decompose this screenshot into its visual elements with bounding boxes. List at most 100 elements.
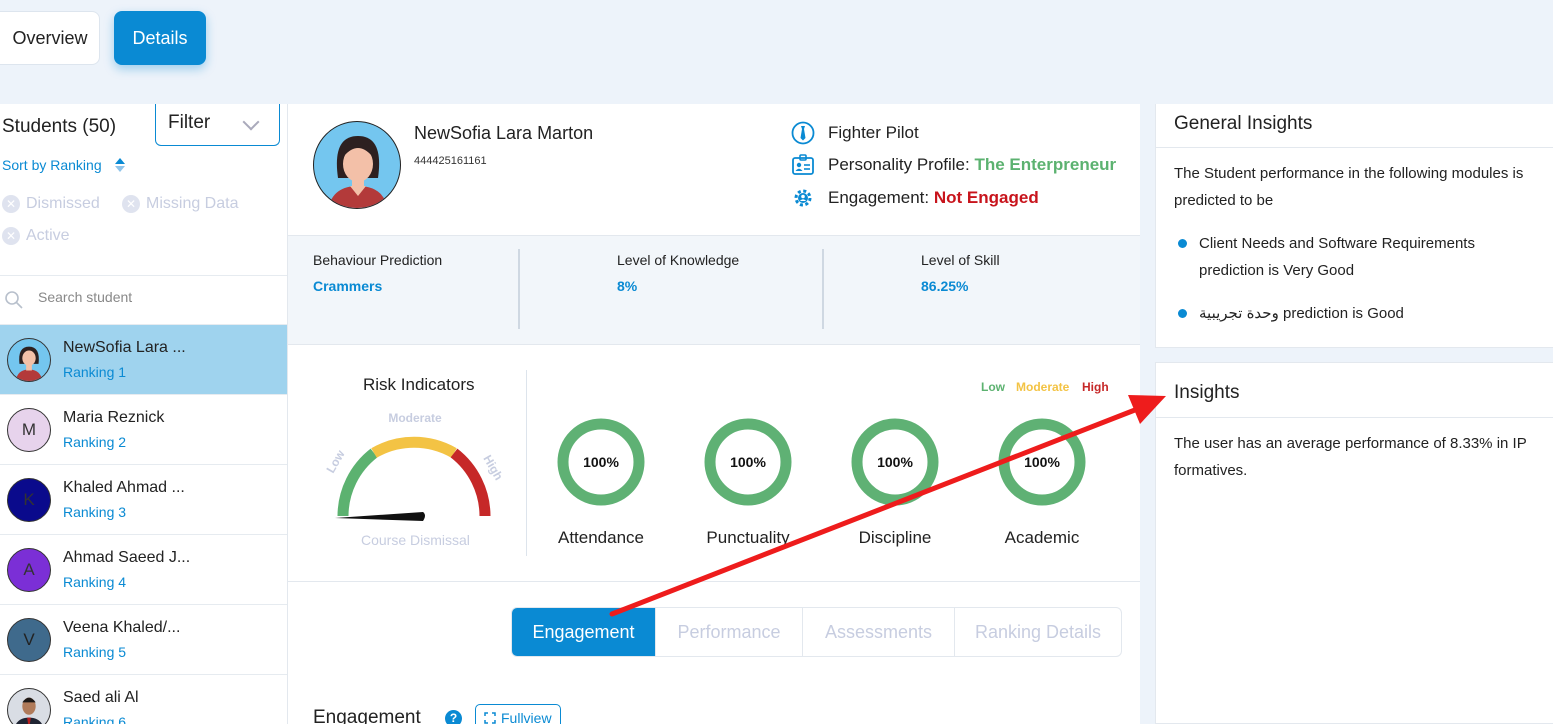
chevron-down-icon — [242, 113, 260, 131]
insights-text: The user has an average performance of 8… — [1174, 435, 1527, 479]
student-ranking: Ranking 1 — [63, 364, 127, 380]
personality-label: Personality Profile: — [828, 155, 970, 174]
tab-engagement[interactable]: Engagement — [512, 608, 656, 656]
sort-by-ranking[interactable]: Sort by Ranking — [2, 157, 126, 176]
insights-title: Insights — [1174, 382, 1240, 403]
student-list-item[interactable]: K Khaled Ahmad ... Ranking 3 — [0, 465, 287, 535]
gear-user-icon — [790, 185, 816, 211]
student-list-item[interactable]: V Veena Khaled/... Ranking 5 — [0, 605, 287, 675]
section-title: Engagement — [313, 707, 421, 724]
ring-label: Discipline — [858, 528, 932, 547]
avatar: V — [7, 618, 51, 662]
insights-card: Insights The user has an average perform… — [1155, 362, 1553, 724]
student-list-item[interactable]: M Maria Reznick Ranking 2 — [0, 395, 287, 465]
fullview-button[interactable]: Fullview — [475, 704, 561, 724]
ring-label: Academic — [1004, 528, 1080, 547]
tab-performance[interactable]: Performance — [656, 608, 803, 656]
metric-value: Crammers — [313, 278, 383, 294]
legend-low: Low — [981, 380, 1005, 394]
metric-skill: Level of Skill 86.25% — [921, 252, 1000, 294]
progress-ring: 100% — [704, 418, 792, 506]
student-ranking: Ranking 6 — [63, 714, 127, 724]
ring-discipline: 100% — [845, 418, 945, 523]
tab-overview[interactable]: Overview — [0, 11, 100, 65]
progress-ring: 100% — [998, 418, 1086, 506]
search-icon — [4, 290, 24, 315]
course-dismissal-gauge: Moderate Low High — [323, 411, 506, 521]
divider — [518, 249, 520, 329]
metric-behaviour: Behaviour Prediction Crammers — [313, 252, 442, 294]
gauge-low-label: Low — [323, 447, 347, 475]
close-icon[interactable]: ✕ — [122, 195, 140, 213]
id-card-icon — [790, 152, 816, 178]
student-name: Khaled Ahmad ... — [63, 479, 185, 496]
student-name: Ahmad Saeed J... — [63, 549, 191, 566]
metric-label: Level of Skill — [921, 252, 1000, 268]
avatar: A — [7, 548, 51, 592]
student-ranking: Ranking 2 — [63, 434, 127, 450]
gauge-moderate-label: Moderate — [388, 411, 442, 425]
bullet-dot — [1178, 309, 1187, 318]
insight-bullet: وحدة تجريبية prediction is Good — [1199, 305, 1404, 322]
tab-details[interactable]: Details — [114, 11, 206, 65]
career-icon — [790, 120, 816, 146]
profile-avatar — [313, 121, 401, 209]
profile-name: NewSofia Lara Marton — [414, 123, 594, 143]
general-insights-title: General Insights — [1174, 113, 1313, 134]
divider — [288, 581, 1140, 582]
student-ranking: Ranking 3 — [63, 504, 127, 520]
search-input[interactable] — [36, 288, 280, 306]
chip-dismissed[interactable]: ✕ Dismissed — [2, 195, 100, 213]
legend-moderate: Moderate — [1016, 380, 1070, 394]
ring-label: Punctuality — [706, 528, 790, 547]
close-icon[interactable]: ✕ — [2, 195, 20, 213]
tab-ranking-details[interactable]: Ranking Details — [955, 608, 1121, 656]
gauge-high-label: High — [480, 453, 505, 483]
ring-punctuality: 100% — [698, 418, 798, 523]
personality-value: The Enterpreneur — [974, 155, 1117, 174]
divider — [1156, 147, 1553, 148]
chip-active[interactable]: ✕ Active — [2, 227, 70, 245]
help-icon[interactable]: ? — [445, 710, 462, 724]
close-icon[interactable]: ✕ — [2, 227, 20, 245]
student-details-panel: NewSofia Lara Marton 444425161161 Fighte… — [288, 104, 1140, 724]
student-list-item[interactable]: Saed ali Al Ranking 6 — [0, 675, 287, 724]
engagement-label: Engagement: — [828, 188, 930, 207]
progress-ring: 100% — [851, 418, 939, 506]
ring-value: 100% — [730, 454, 766, 470]
students-sidebar: Students (50) Filter Sort by Ranking ✕ D… — [0, 104, 288, 724]
avatar — [7, 338, 51, 382]
metric-label: Behaviour Prediction — [313, 252, 443, 268]
chip-missing-data[interactable]: ✕ Missing Data — [122, 195, 238, 213]
insight-bullet: Client Needs and Software Requirements p… — [1199, 235, 1475, 279]
tab-assessments[interactable]: Assessments — [803, 608, 955, 656]
legend-high: High — [1082, 380, 1109, 394]
insights-panel: General Insights The Student performance… — [1155, 104, 1553, 724]
gauge-caption: Course Dismissal — [361, 532, 470, 548]
student-ranking: Ranking 5 — [63, 644, 127, 660]
student-name: Saed ali Al — [63, 689, 139, 706]
student-list-item[interactable]: A Ahmad Saeed J... Ranking 4 — [0, 535, 287, 605]
filter-dropdown[interactable]: Filter — [155, 104, 280, 146]
student-name: Maria Reznick — [63, 409, 165, 426]
students-title: Students (50) — [2, 116, 117, 137]
chip-label: Dismissed — [26, 195, 100, 212]
top-bar: Overview Details — [0, 0, 1553, 104]
ring-label: Attendance — [557, 528, 644, 547]
filter-label: Filter — [168, 112, 211, 133]
engagement-line: Engagement: Not Engaged — [790, 185, 1039, 211]
career-line: Fighter Pilot — [790, 120, 919, 146]
general-insights-card: General Insights The Student performance… — [1155, 104, 1553, 348]
career-value: Fighter Pilot — [828, 123, 919, 142]
avatar: M — [7, 408, 51, 452]
general-insights-intro: The Student performance in the following… — [1174, 165, 1524, 209]
metric-value: 86.25% — [921, 278, 969, 294]
ring-academic: 100% — [992, 418, 1092, 523]
metrics-strip: Behaviour Prediction Crammers Level of K… — [288, 235, 1140, 345]
ring-value: 100% — [1024, 454, 1060, 470]
chip-label: Missing Data — [146, 195, 239, 212]
student-list-item[interactable]: NewSofia Lara ... Ranking 1 — [0, 325, 287, 395]
ring-attendance: 100% — [551, 418, 651, 523]
avatar: K — [7, 478, 51, 522]
section-tabs: Engagement Performance Assessments Ranki… — [511, 607, 1122, 657]
